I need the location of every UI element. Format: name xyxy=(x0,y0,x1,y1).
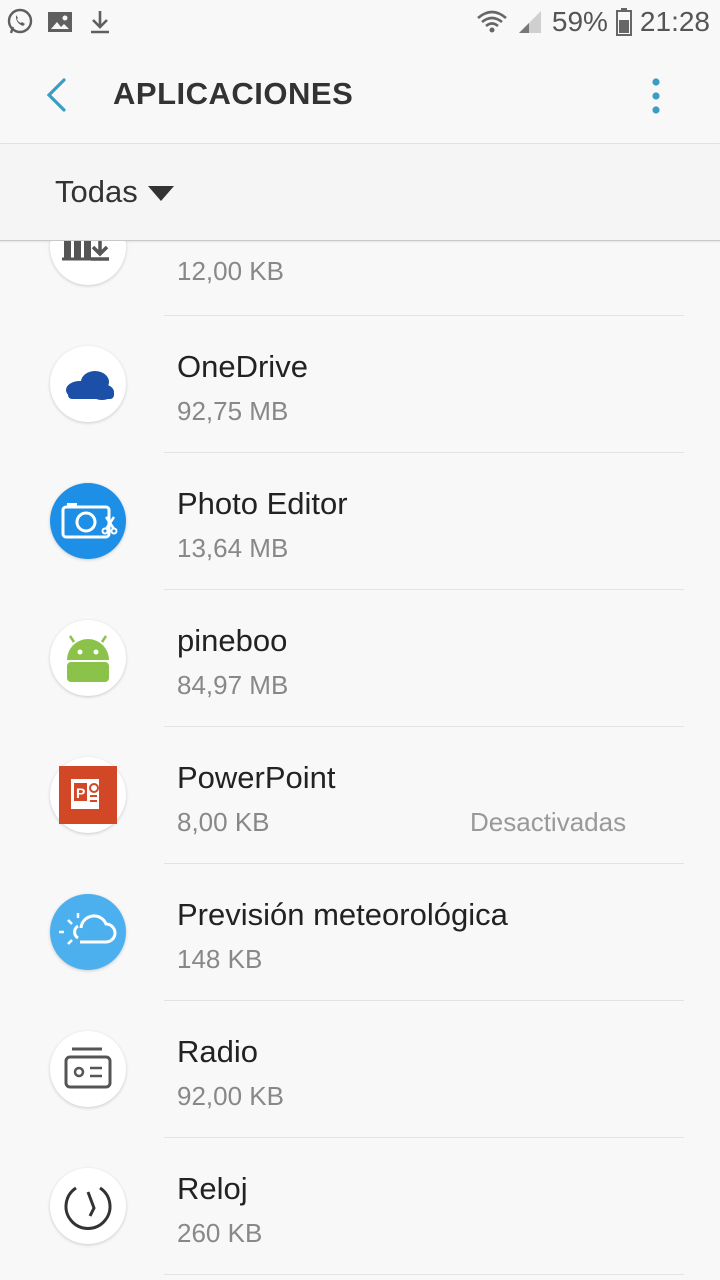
list-item[interactable]: P PowerPoint 8,00 KB Desactivadas xyxy=(0,727,720,864)
app-name: Photo Editor xyxy=(177,486,348,521)
clock-icon xyxy=(50,1168,126,1244)
app-name: Previsión meteorológica xyxy=(177,897,508,932)
app-state: Desactivadas xyxy=(470,807,627,837)
app-size: 13,64 MB xyxy=(177,533,289,563)
whatsapp-icon xyxy=(7,8,33,34)
app-name: pineboo xyxy=(177,623,288,658)
list-item[interactable]: Photo Editor 13,64 MB xyxy=(0,453,720,590)
list-item[interactable]: OneDrive 92,75 MB xyxy=(0,316,720,453)
app-size: 92,75 MB xyxy=(177,396,289,426)
app-bar: APLICACIONES xyxy=(0,48,720,144)
app-size: 260 KB xyxy=(177,1218,263,1248)
status-bar: 59% 21:28 xyxy=(0,0,720,48)
app-name: Radio xyxy=(177,1034,258,1069)
list-item[interactable]: pineboo 84,97 MB xyxy=(0,590,720,727)
weather-icon xyxy=(50,894,126,970)
app-list[interactable]: 12,00 KB OneDrive 92,75 MB Photo Editor … xyxy=(0,241,720,1280)
dropdown-arrow-icon xyxy=(148,186,174,201)
battery-percent: 59% xyxy=(551,6,608,37)
download-icon xyxy=(91,11,109,34)
app-size: 84,97 MB xyxy=(177,670,289,700)
page-title: APLICACIONES xyxy=(113,76,354,111)
powerpoint-icon: P xyxy=(50,757,126,833)
radio-icon xyxy=(50,1031,126,1107)
app-size: 148 KB xyxy=(177,944,263,974)
list-item[interactable]: 12,00 KB xyxy=(0,241,720,316)
filter-label: Todas xyxy=(55,174,138,209)
image-icon xyxy=(48,12,72,32)
divider xyxy=(164,1274,684,1275)
list-item[interactable]: Reloj 260 KB xyxy=(0,1138,720,1275)
onedrive-icon xyxy=(50,346,126,422)
android-icon xyxy=(50,620,126,696)
more-vert-icon xyxy=(652,78,660,114)
list-item[interactable]: Radio 92,00 KB xyxy=(0,1001,720,1138)
battery-icon xyxy=(615,8,632,36)
back-button[interactable] xyxy=(36,70,80,120)
app-name: Reloj xyxy=(177,1171,248,1206)
filter-dropdown[interactable]: Todas xyxy=(40,154,200,230)
photo-editor-icon xyxy=(50,483,126,559)
app-name: PowerPoint xyxy=(177,760,336,795)
filter-bar: Todas xyxy=(0,144,720,241)
wifi-icon xyxy=(477,10,507,33)
signal-icon xyxy=(518,11,541,33)
app-size: 92,00 KB xyxy=(177,1081,284,1111)
clock-time: 21:28 xyxy=(639,6,710,37)
app-size: 12,00 KB xyxy=(177,256,284,286)
svg-text:P: P xyxy=(76,785,85,801)
app-name: OneDrive xyxy=(177,349,308,384)
back-chevron-icon xyxy=(46,78,66,112)
list-item[interactable]: Previsión meteorológica 148 KB xyxy=(0,864,720,1001)
more-options-button[interactable] xyxy=(634,70,678,122)
app-size: 8,00 KB xyxy=(177,807,270,837)
download-manager-icon xyxy=(50,241,126,285)
